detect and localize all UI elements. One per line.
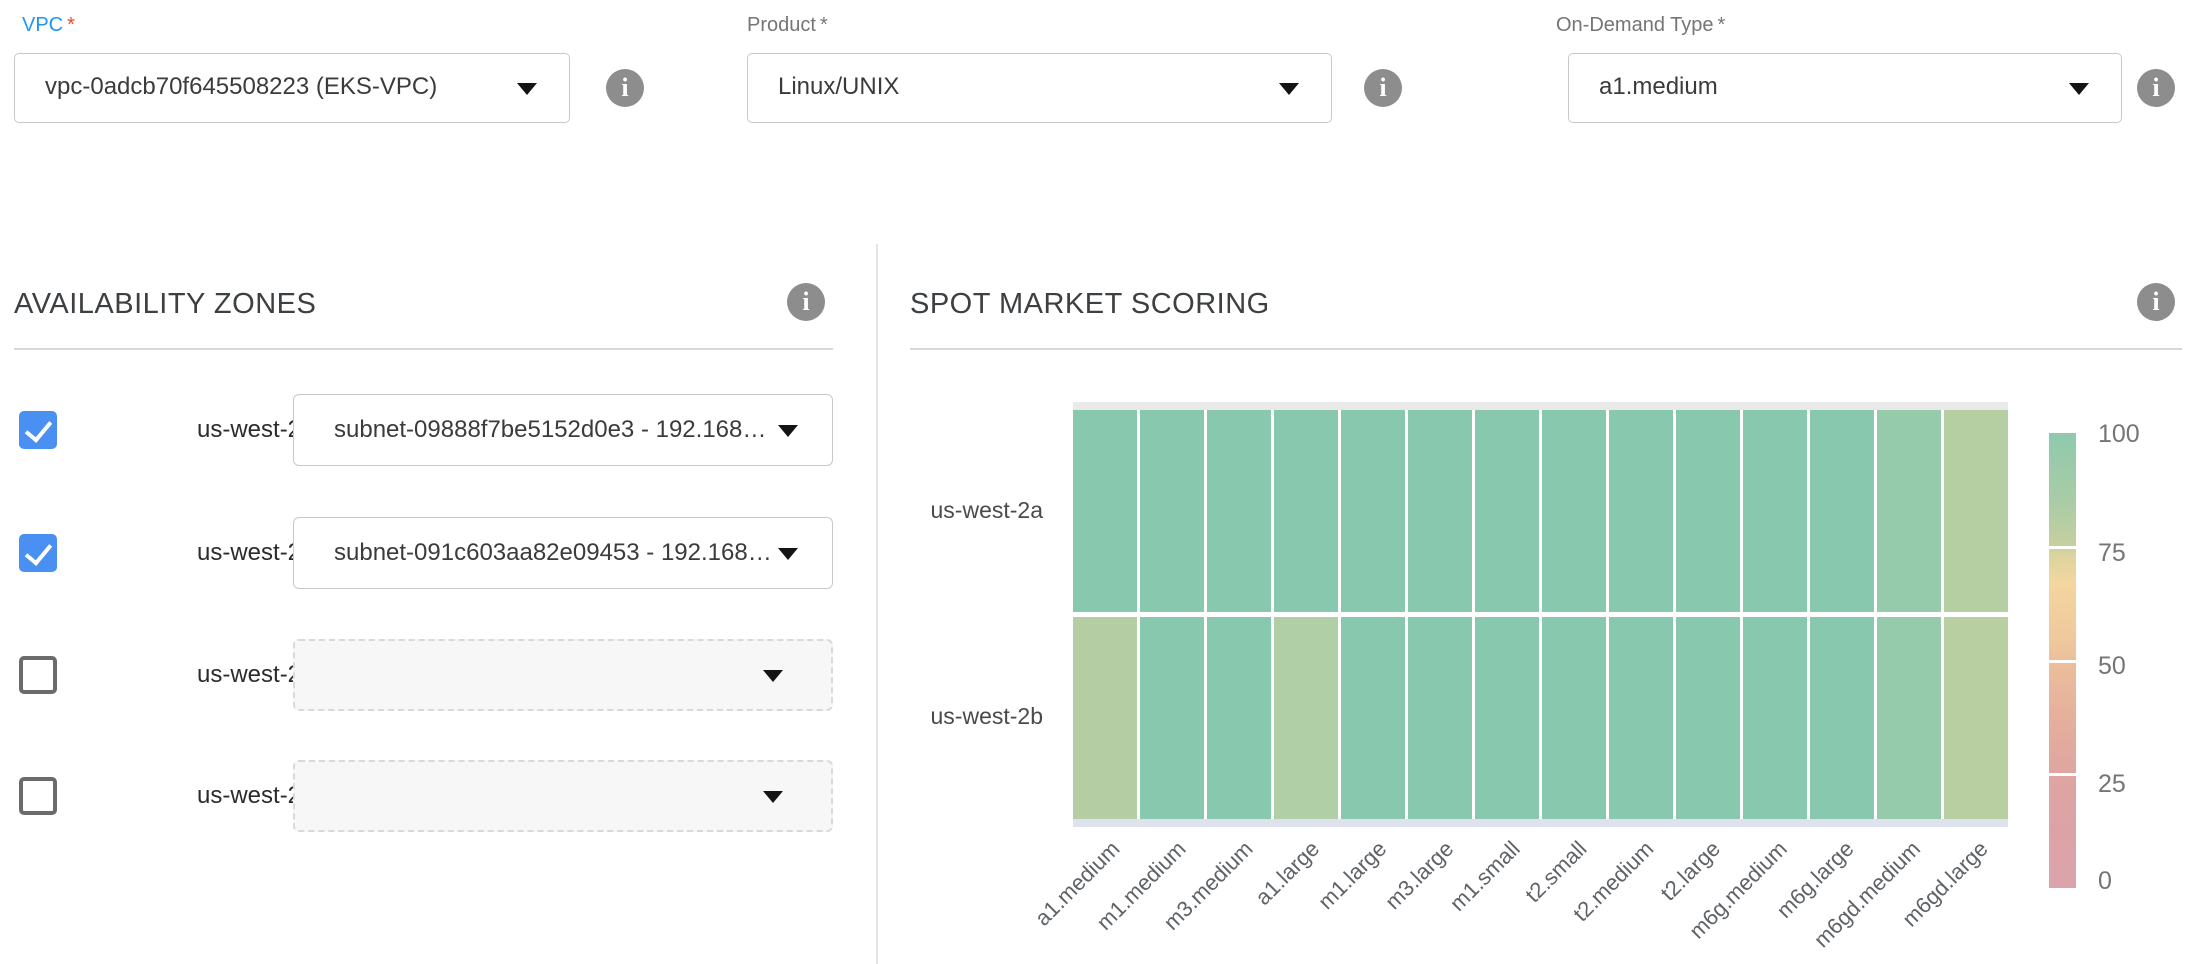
chevron-down-icon [517, 83, 537, 95]
subnet-select[interactable]: subnet-09888f7be5152d0e3 - 192.168… [293, 394, 833, 466]
heatmap-cell-us-west-2b-m1.large[interactable] [1341, 617, 1405, 819]
heatmap-cell-us-west-2b-t2.large[interactable] [1676, 617, 1740, 819]
chevron-down-icon [778, 548, 798, 560]
heatmap-cell-us-west-2b-m1.medium[interactable] [1140, 617, 1204, 819]
heatmap-top-edge [1073, 402, 2008, 410]
zone-row: us-west-2a subnet-09888f7be5152d0e3 - 19… [0, 394, 876, 466]
heatmap-cell-us-west-2b-m6g.medium[interactable] [1743, 617, 1807, 819]
heatmap-cell-us-west-2b-m1.small[interactable] [1475, 617, 1539, 819]
vpc-select-value: vpc-0adcb70f645508223 (EKS-VPC) [15, 54, 569, 120]
heatmap-row [1073, 410, 2008, 612]
subnet-select-value: subnet-091c603aa82e09453 - 192.168… [294, 518, 832, 588]
colorbar-tick-label: 75 [2098, 539, 2126, 568]
on-demand-type-label: On-Demand Type* [1556, 14, 1725, 37]
vpc-label: VPC* [22, 14, 75, 37]
heatmap-x-label: a1.large [1251, 836, 1326, 911]
colorbar-tick [2049, 660, 2076, 663]
heatmap-cell-us-west-2a-m1.medium[interactable] [1140, 410, 1204, 612]
zone-checkbox[interactable] [19, 534, 57, 572]
heatmap-cell-us-west-2b-a1.medium[interactable] [1073, 617, 1137, 819]
colorbar-tick-label: 0 [2098, 867, 2112, 896]
colorbar-tick-label: 100 [2098, 420, 2140, 449]
heatmap-cell-us-west-2a-m6g.large[interactable] [1810, 410, 1874, 612]
product-info-icon[interactable]: i [1364, 69, 1402, 107]
zone-checkbox[interactable] [19, 656, 57, 694]
heatmap-cell-us-west-2a-a1.medium[interactable] [1073, 410, 1137, 612]
vpc-info-icon[interactable]: i [606, 69, 644, 107]
chevron-down-icon [1279, 83, 1299, 95]
on-demand-type-info-icon[interactable]: i [2137, 69, 2175, 107]
chevron-down-icon [763, 670, 783, 682]
product-label-text: Product [747, 14, 816, 36]
heatmap-cell-us-west-2a-m6gd.large[interactable] [1944, 410, 2008, 612]
heatmap-cell-us-west-2a-m1.large[interactable] [1341, 410, 1405, 612]
heatmap-x-axis-labels: a1.mediumm1.mediumm3.mediuma1.largem1.la… [1073, 836, 2008, 964]
heatmap-cell-us-west-2a-t2.medium[interactable] [1609, 410, 1673, 612]
heatmap-row-label: us-west-2a [863, 497, 1043, 524]
page: VPC* vpc-0adcb70f645508223 (EKS-VPC) i P… [0, 0, 2196, 964]
chevron-down-icon [778, 425, 798, 437]
heatmap-x-label: m1.small [1445, 836, 1526, 917]
subnet-select[interactable]: subnet-091c603aa82e09453 - 192.168… [293, 517, 833, 589]
product-required-mark: * [820, 14, 828, 36]
colorbar-tick-label: 25 [2098, 770, 2126, 799]
zone-checkbox[interactable] [19, 411, 57, 449]
spot-market-scoring-divider [910, 348, 2182, 350]
chevron-down-icon [763, 791, 783, 803]
heatmap-cell-us-west-2b-t2.small[interactable] [1542, 617, 1606, 819]
heatmap-cell-us-west-2a-t2.small[interactable] [1542, 410, 1606, 612]
on-demand-type-label-text: On-Demand Type [1556, 14, 1714, 36]
heatmap-bottom-edge [1073, 819, 2008, 827]
heatmap-cell-us-west-2a-m6g.medium[interactable] [1743, 410, 1807, 612]
subnet-select[interactable] [293, 639, 833, 711]
spot-market-scoring-title: SPOT MARKET SCORING [910, 288, 1270, 321]
heatmap-x-label: m1.large [1313, 836, 1392, 915]
heatmap-cell-us-west-2b-t2.medium[interactable] [1609, 617, 1673, 819]
availability-zones-info-icon[interactable]: i [787, 283, 825, 321]
panel-divider [876, 244, 878, 964]
heatmap-row-label: us-west-2b [863, 703, 1043, 730]
product-select[interactable]: Linux/UNIX [747, 53, 1332, 123]
chevron-down-icon [2069, 83, 2089, 95]
heatmap-grid [1073, 410, 2008, 819]
zone-row: us-west-2c [0, 639, 876, 711]
availability-zones-divider [14, 348, 833, 350]
product-select-value: Linux/UNIX [748, 54, 1331, 120]
availability-zones-title: AVAILABILITY ZONES [14, 288, 316, 321]
zone-checkbox[interactable] [19, 777, 57, 815]
heatmap-cell-us-west-2b-m6gd.large[interactable] [1944, 617, 2008, 819]
heatmap-cell-us-west-2a-a1.large[interactable] [1274, 410, 1338, 612]
heatmap-cell-us-west-2b-m6gd.medium[interactable] [1877, 617, 1941, 819]
colorbar-tick [2049, 773, 2076, 776]
product-label: Product* [747, 14, 828, 37]
heatmap-cell-us-west-2b-m3.large[interactable] [1408, 617, 1472, 819]
spot-market-scoring-info-icon[interactable]: i [2137, 283, 2175, 321]
subnet-select-value: subnet-09888f7be5152d0e3 - 192.168… [294, 395, 832, 465]
vpc-required-mark: * [67, 14, 75, 36]
zone-row: us-west-2b subnet-091c603aa82e09453 - 19… [0, 517, 876, 589]
colorbar-tick-label: 50 [2098, 652, 2126, 681]
on-demand-type-select[interactable]: a1.medium [1568, 53, 2122, 123]
colorbar-tick [2049, 546, 2076, 549]
on-demand-type-required-mark: * [1718, 14, 1726, 36]
heatmap-cell-us-west-2b-a1.large[interactable] [1274, 617, 1338, 819]
heatmap-colorbar [2049, 433, 2076, 888]
subnet-select[interactable] [293, 760, 833, 832]
heatmap-cell-us-west-2b-m3.medium[interactable] [1207, 617, 1271, 819]
heatmap-cell-us-west-2a-m3.medium[interactable] [1207, 410, 1271, 612]
heatmap-cell-us-west-2a-m6gd.medium[interactable] [1877, 410, 1941, 612]
heatmap-cell-us-west-2a-m3.large[interactable] [1408, 410, 1472, 612]
vpc-select[interactable]: vpc-0adcb70f645508223 (EKS-VPC) [14, 53, 570, 123]
heatmap-cell-us-west-2a-t2.large[interactable] [1676, 410, 1740, 612]
on-demand-type-select-value: a1.medium [1569, 54, 2121, 120]
heatmap-cell-us-west-2b-m6g.large[interactable] [1810, 617, 1874, 819]
heatmap-cell-us-west-2a-m1.small[interactable] [1475, 410, 1539, 612]
vpc-label-text: VPC [22, 14, 63, 36]
heatmap-row [1073, 617, 2008, 819]
zone-row: us-west-2d [0, 760, 876, 832]
heatmap-x-label: m3.large [1380, 836, 1459, 915]
